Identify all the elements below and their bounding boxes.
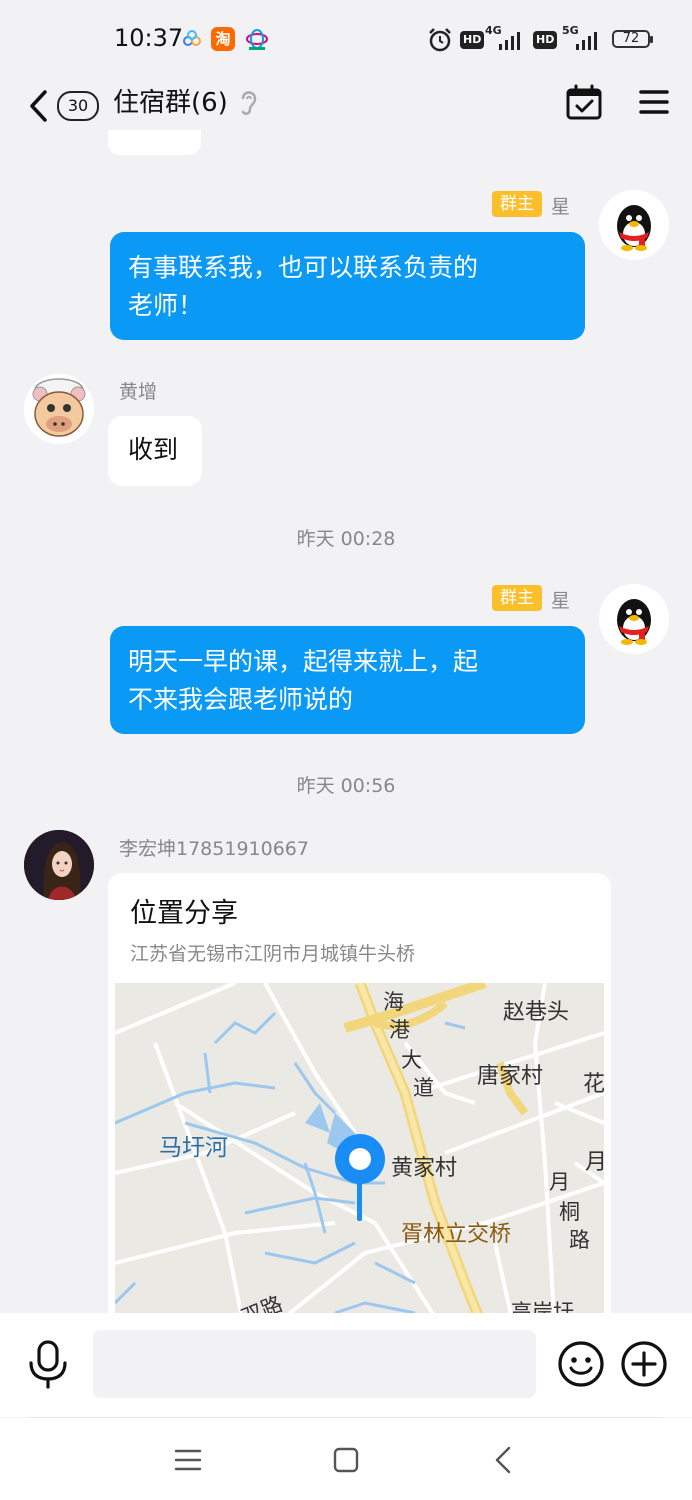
avatar[interactable] (599, 190, 669, 260)
message-bubble-partial (108, 130, 201, 155)
system-nav-bar (0, 1418, 692, 1500)
chat-header: 30 住宿群(6) (0, 78, 692, 144)
map-label: 胥林立交桥 (401, 1222, 511, 1247)
hamburger-menu-icon[interactable] (638, 88, 670, 116)
location-share-card[interactable]: 位置分享 江苏省无锡市江阴市月城镇牛头桥 海港大道 赵巷头 唐家村 花 马圩河 … (108, 873, 611, 1333)
message-line: 有事联系我，也可以联系负责的 (128, 253, 479, 282)
map-label: 黄家村 (391, 1156, 457, 1181)
chevron-left-icon[interactable] (26, 86, 52, 126)
back-nav-icon[interactable] (484, 1440, 524, 1480)
sender-name: 星 (551, 590, 571, 612)
map-graphic: 海港大道 赵巷头 唐家村 花 马圩河 黄家村 月 月桐路 胥林立交桥 双路 高岸… (115, 983, 604, 1333)
map-label: 花 (583, 1072, 604, 1097)
plus-circle-icon[interactable] (620, 1340, 668, 1388)
map-label: 唐家村 (477, 1064, 543, 1089)
unread-count-badge[interactable]: 30 (57, 91, 99, 121)
home-icon[interactable] (326, 1440, 366, 1480)
map-label: 月 (585, 1150, 604, 1175)
taobao-app-icon: 淘 (211, 27, 235, 51)
message-line: 不来我会跟老师说的 (128, 685, 354, 714)
owner-badge: 群主 (492, 585, 542, 611)
calendar-check-icon[interactable] (566, 84, 602, 120)
message-line: 老师！ (128, 291, 204, 320)
app-notification-icon (183, 30, 201, 46)
avatar[interactable] (24, 374, 94, 444)
battery-indicator: 72 (612, 30, 653, 48)
message-bubble[interactable]: 有事联系我，也可以联系负责的 老师！ (110, 232, 585, 340)
qq-penguin-avatar (599, 584, 669, 654)
recent-apps-icon[interactable] (168, 1440, 208, 1480)
anime-girl-avatar (24, 830, 94, 900)
message-text: 收到 (128, 435, 179, 464)
ear-icon[interactable] (238, 88, 260, 118)
owner-badge: 群主 (492, 191, 542, 217)
group-title[interactable]: 住宿群(6) (113, 84, 228, 122)
status-bar: 10:37 淘 HD 4G HD 5G 72 (0, 0, 692, 78)
map-label: 赵巷头 (503, 1000, 569, 1025)
map-label-river: 马圩河 (159, 1135, 228, 1161)
hd-badge: HD (460, 31, 485, 49)
microphone-icon[interactable] (26, 1339, 70, 1389)
input-bar (0, 1313, 692, 1417)
alarm-clock-icon (429, 28, 451, 52)
message-input[interactable] (93, 1330, 536, 1398)
message-bubble[interactable]: 明天一早的课，起得来就上，起 不来我会跟老师说的 (110, 626, 585, 734)
hd-badge: HD (533, 31, 558, 49)
avatar[interactable] (24, 830, 94, 900)
timestamp: 昨天 00:28 (296, 528, 396, 550)
message-line: 明天一早的课，起得来就上，起 (128, 647, 479, 676)
smiley-icon[interactable] (557, 1340, 605, 1388)
china-mobile-app-icon (246, 29, 268, 50)
location-card-title: 位置分享 (130, 898, 238, 929)
status-time: 10:37 (114, 24, 184, 52)
sheep-cartoon-avatar (24, 374, 94, 444)
timestamp: 昨天 00:56 (296, 775, 396, 797)
sender-name: 星 (551, 196, 571, 218)
qq-penguin-avatar (599, 190, 669, 260)
sender-name: 李宏坤17851910667 (119, 838, 309, 860)
sender-name: 黄增 (119, 381, 158, 403)
avatar[interactable] (599, 584, 669, 654)
signal-bars-icon (576, 32, 597, 50)
location-map[interactable]: 海港大道 赵巷头 唐家村 花 马圩河 黄家村 月 月桐路 胥林立交桥 双路 高岸… (115, 983, 604, 1333)
location-card-address: 江苏省无锡市江阴市月城镇牛头桥 (130, 943, 416, 965)
signal-bars-icon (499, 32, 520, 50)
message-bubble[interactable]: 收到 (108, 416, 202, 486)
